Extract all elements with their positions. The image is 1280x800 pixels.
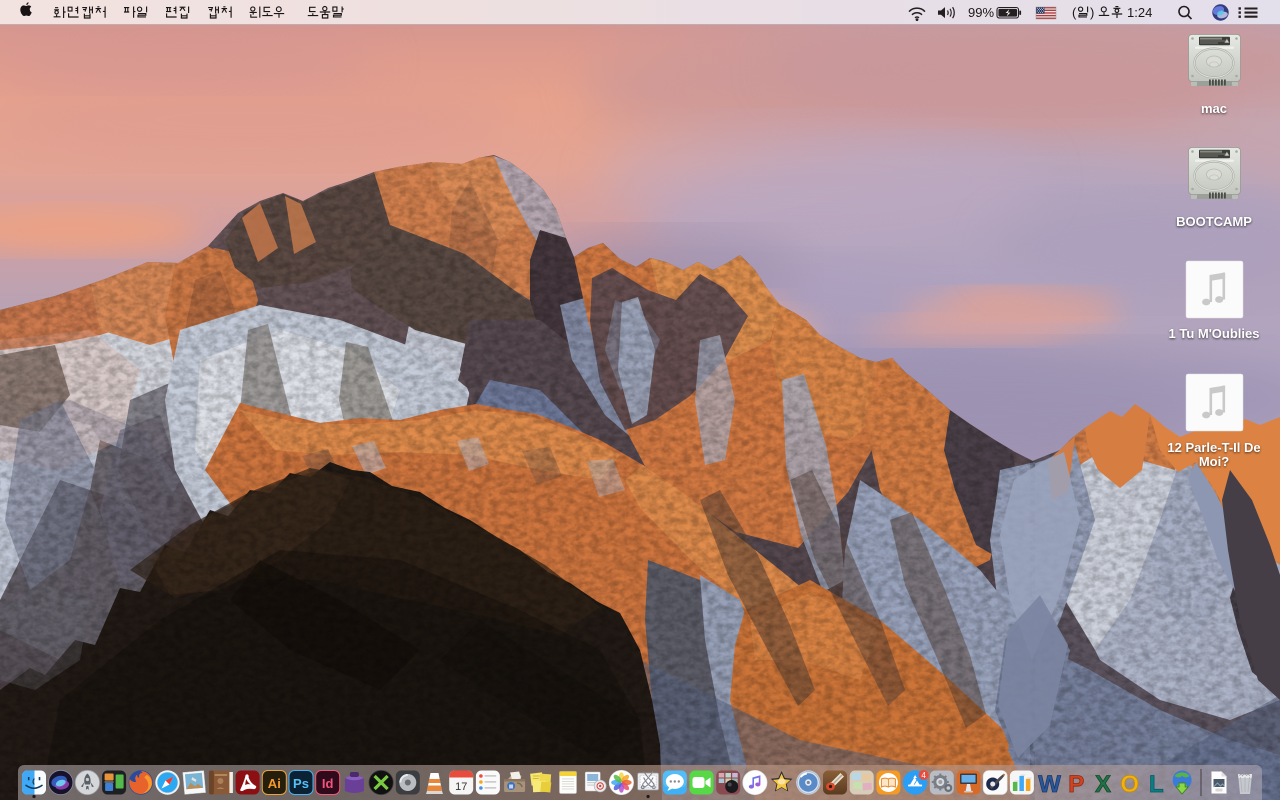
svg-text:): ) <box>1090 5 1094 20</box>
svg-text:L: L <box>1149 771 1164 798</box>
svg-text:(: ( <box>1072 5 1077 20</box>
svg-text:Ai: Ai <box>268 776 281 791</box>
svg-text:X: X <box>1095 771 1111 798</box>
svg-text:Ps: Ps <box>293 776 309 791</box>
svg-text:O: O <box>1120 771 1139 798</box>
svg-text:P: P <box>1068 771 1084 798</box>
svg-text:1:24: 1:24 <box>1127 5 1152 20</box>
svg-text:W: W <box>1038 771 1061 798</box>
svg-text:99%: 99% <box>968 5 994 20</box>
svg-text:4: 4 <box>921 771 926 780</box>
svg-text:Id: Id <box>322 776 334 791</box>
svg-text:17: 17 <box>455 781 467 793</box>
